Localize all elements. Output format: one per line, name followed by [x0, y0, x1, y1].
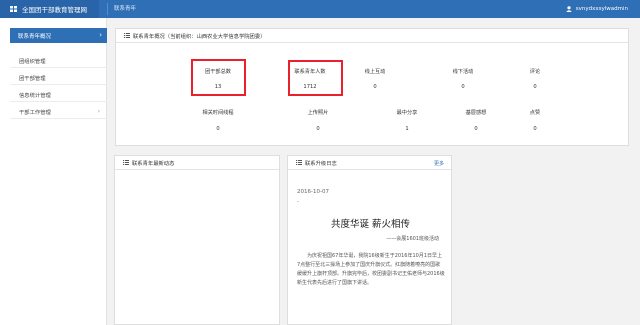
sidebar-item-work[interactable]: 干部工作管理 › — [10, 105, 107, 119]
dynamics-panel-header: 联系青年最新动态 — [115, 156, 279, 170]
sidebar-item-label: 干部工作管理 — [19, 109, 51, 116]
stat-label: 上传照片 — [307, 110, 329, 116]
stat-value: 0 — [216, 126, 220, 132]
stat-value: 0 — [316, 126, 320, 132]
news-headline[interactable]: 共度华诞 薪火相传 — [288, 216, 453, 230]
news-subtitle: ——会展1601班级活动 — [386, 236, 439, 242]
news-title: 联系升级日志 — [305, 160, 337, 167]
more-link[interactable]: 更多 — [434, 160, 444, 167]
sidebar: 联系青年概况 › 团组织管理 团干部管理 信息统计管理 干部工作管理 › — [0, 18, 107, 325]
top-bar: 全国团干部教育管理网 联系青年 svnydxxsylwadmin — [0, 0, 640, 18]
user-menu[interactable]: svnydxxsylwadmin — [565, 0, 628, 18]
highlight-box — [191, 59, 246, 96]
sidebar-item-overview[interactable]: 联系青年概况 › — [10, 28, 107, 43]
stat-value: 0 — [373, 84, 377, 90]
overview-panel-header: 联系青年概况（当前组织：山西农业大学信息学院团委） — [116, 29, 628, 43]
menu-grid-icon — [10, 6, 17, 12]
sidebar-item-label: 联系青年概况 — [18, 33, 52, 40]
list-icon — [123, 160, 129, 165]
stat-value: 0 — [474, 126, 478, 132]
site-title: 全国团干部教育管理网 — [22, 6, 87, 14]
stat-label: 线上互动 — [364, 69, 386, 75]
stat-label: 基层感想 — [465, 110, 487, 116]
stat-value: 0 — [533, 126, 537, 132]
stat-label: 评论 — [529, 69, 541, 75]
stat-value: 0 — [533, 84, 537, 90]
news-body: 为庆祝祖国67年华诞，我院16级新生于2016年10月1日早上7点整行至北三操场… — [297, 253, 445, 286]
highlight-box — [288, 60, 343, 96]
chevron-right-icon: › — [97, 108, 100, 115]
stat-value: 1 — [405, 126, 409, 132]
sidebar-item-label: 信息统计管理 — [19, 92, 51, 99]
list-icon — [296, 160, 302, 165]
stat-label: 线下活动 — [452, 69, 474, 75]
brand[interactable]: 全国团干部教育管理网 — [0, 0, 99, 18]
stat-label: 点赞 — [529, 110, 541, 116]
overview-title: 联系青年概况（当前组织：山西农业大学信息学院团委） — [133, 33, 266, 40]
sidebar-item-label: 团干部管理 — [19, 75, 46, 82]
news-date: 2016-10-07 — [297, 189, 329, 195]
news-dash: - — [297, 199, 299, 205]
username: svnydxxsylwadmin — [575, 6, 628, 12]
dynamics-title: 联系青年最新动态 — [132, 160, 175, 167]
dynamics-panel: 联系青年最新动态 — [114, 155, 280, 325]
overview-panel: 联系青年概况（当前组织：山西农业大学信息学院团委） 团干部总数 13 联系青年人… — [115, 28, 629, 146]
user-icon — [565, 6, 572, 12]
sidebar-item-cadres[interactable]: 团干部管理 — [10, 71, 107, 85]
stat-value: 0 — [461, 84, 465, 90]
nav-link-contact-youth[interactable]: 联系青年 — [107, 3, 142, 15]
sidebar-item-statistics[interactable]: 信息统计管理 — [10, 88, 107, 102]
list-icon — [124, 33, 130, 38]
chevron-right-icon: › — [99, 31, 102, 39]
sidebar-item-label: 团组织管理 — [19, 58, 46, 65]
news-panel-header: 联系升级日志 更多 — [288, 156, 451, 170]
stat-label: 最中分享 — [396, 110, 418, 116]
sidebar-item-org[interactable]: 团组织管理 — [10, 54, 107, 68]
news-panel: 联系升级日志 更多 2016-10-07 - 共度华诞 薪火相传 ——会展160… — [287, 155, 452, 325]
stat-label: 相关时间线程 — [202, 110, 234, 116]
